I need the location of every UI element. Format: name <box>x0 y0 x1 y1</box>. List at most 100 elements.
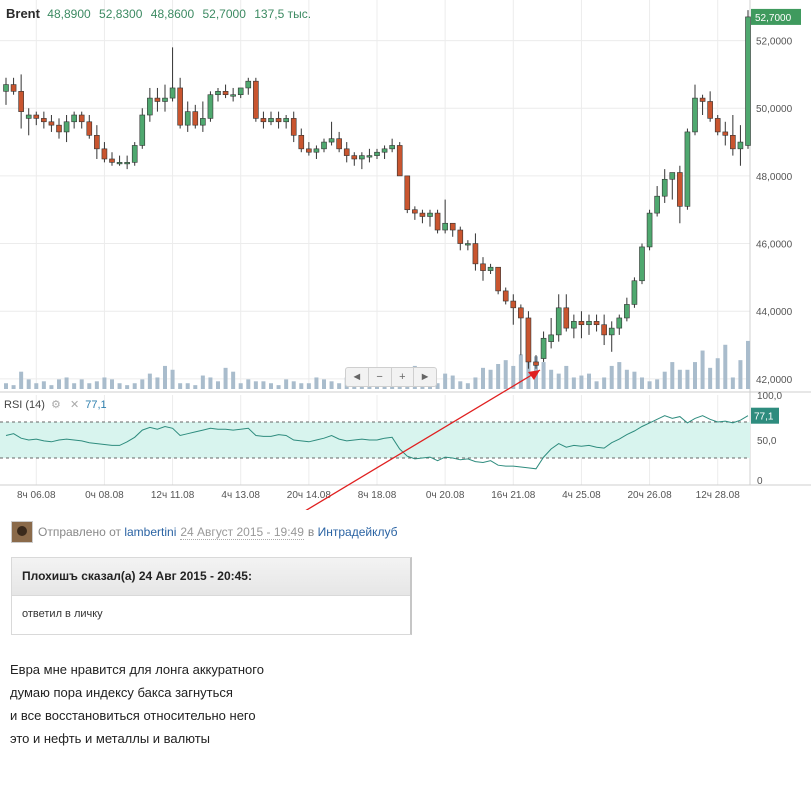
volume-bar <box>685 369 690 389</box>
volume-bar <box>518 354 523 389</box>
candle <box>495 266 501 295</box>
candle-body <box>154 97 161 102</box>
volume-bar <box>291 381 296 389</box>
candle-body <box>78 114 85 123</box>
candle-body <box>730 135 736 150</box>
volume-bar <box>102 377 107 389</box>
candle <box>434 209 441 234</box>
candle <box>639 243 645 285</box>
candle-body <box>124 162 130 165</box>
candle-body <box>131 145 138 163</box>
volume-bar <box>94 381 99 389</box>
candle-body <box>359 155 365 160</box>
candle-body <box>25 114 32 119</box>
price-tick-label: 52,0000 <box>756 37 793 48</box>
candle-body <box>192 111 199 126</box>
time-tick-label: 16ч 21.08 <box>491 490 536 501</box>
volume-bar <box>200 375 205 389</box>
candle-body <box>684 131 691 207</box>
rsi-value: 77,1 <box>85 399 107 411</box>
volume-bar <box>178 383 183 389</box>
volume-value: 137,5 тыс. <box>254 7 312 21</box>
volume-bar <box>677 369 682 389</box>
candle-body <box>48 121 55 126</box>
volume-bar <box>329 381 334 389</box>
candle-body <box>699 97 706 102</box>
candle-body <box>722 131 729 136</box>
scroll-right-button[interactable]: ► <box>414 368 436 386</box>
candle-body <box>343 148 350 156</box>
candle-body <box>18 91 24 112</box>
volume-bar <box>602 377 607 389</box>
gear-icon[interactable]: ⚙ <box>51 399 61 411</box>
candle-body <box>616 317 623 329</box>
volume-bar <box>57 379 61 389</box>
candle-body <box>631 280 638 305</box>
candle-body <box>245 80 252 89</box>
volume-bar <box>708 367 713 389</box>
candle-body <box>608 327 615 336</box>
volume-bar <box>193 385 198 389</box>
candle-body <box>147 97 153 116</box>
author-link[interactable]: lambertini <box>124 525 176 539</box>
price-tick-label: 46,0000 <box>756 240 793 251</box>
zoom-in-button[interactable]: + <box>392 368 415 386</box>
candle-body <box>692 97 698 133</box>
volume-bar <box>655 379 660 389</box>
post-meta: Отправлено от lambertini 24 Август 2015 … <box>11 521 398 543</box>
scroll-left-button[interactable]: ◄ <box>346 368 369 386</box>
quote-body-text: ответил в личку <box>22 608 103 620</box>
candle-body <box>222 91 229 96</box>
volume-bar <box>594 381 599 389</box>
candle-body <box>237 87 244 96</box>
volume-bar <box>269 383 273 389</box>
candle-body <box>321 141 327 150</box>
volume-bar <box>231 371 236 389</box>
candle-body <box>404 175 411 211</box>
candle-body <box>328 138 335 143</box>
club-link[interactable]: Интрадейклуб <box>318 525 398 539</box>
candle <box>525 311 532 369</box>
volume-bar <box>170 369 175 389</box>
candle <box>131 142 138 166</box>
candle-body <box>563 307 570 329</box>
candle-body <box>419 212 426 217</box>
candle <box>404 175 411 214</box>
volume-bar <box>473 377 478 389</box>
candle-body <box>669 172 676 180</box>
volume-bar <box>4 383 8 389</box>
volume-bar <box>624 369 629 389</box>
candle-body <box>533 361 539 366</box>
candle-body <box>260 118 267 123</box>
candle <box>631 277 638 308</box>
rsi-tick-label: 100,0 <box>757 391 782 402</box>
candle-body <box>275 118 282 123</box>
candle-body <box>306 148 312 153</box>
volume-bar <box>579 375 584 389</box>
close-icon[interactable]: ✕ <box>70 399 79 411</box>
volume-bar <box>49 385 54 389</box>
time-tick-label: 8ч 18.08 <box>358 490 397 501</box>
volume-bar <box>110 379 114 389</box>
price-tick-label: 42,0000 <box>756 375 793 386</box>
zoom-out-button[interactable]: − <box>369 368 392 386</box>
avatar[interactable] <box>11 521 33 543</box>
volume-bar <box>587 373 591 389</box>
candle-body <box>510 300 517 309</box>
candle-body <box>33 114 40 119</box>
candle-body <box>3 84 9 92</box>
candle-body <box>661 178 668 197</box>
candle-body <box>472 243 479 265</box>
time-tick-label: 0ч 08.08 <box>85 490 124 501</box>
volume-bar <box>700 350 705 389</box>
candle <box>253 77 259 122</box>
candle-body <box>290 118 297 136</box>
quote-block: Плохишъ сказал(а) 24 Авг 2015 - 20:45: о… <box>11 557 412 635</box>
volume-bar <box>571 377 576 389</box>
volume-bar <box>746 340 750 389</box>
candle-body <box>487 266 494 271</box>
rsi-tick-label: 0 <box>757 476 763 487</box>
message-line: это и нефть и металлы и валюты <box>10 731 211 746</box>
candle-body <box>502 290 509 302</box>
message-line: и все восстановиться относительно него <box>10 708 256 723</box>
